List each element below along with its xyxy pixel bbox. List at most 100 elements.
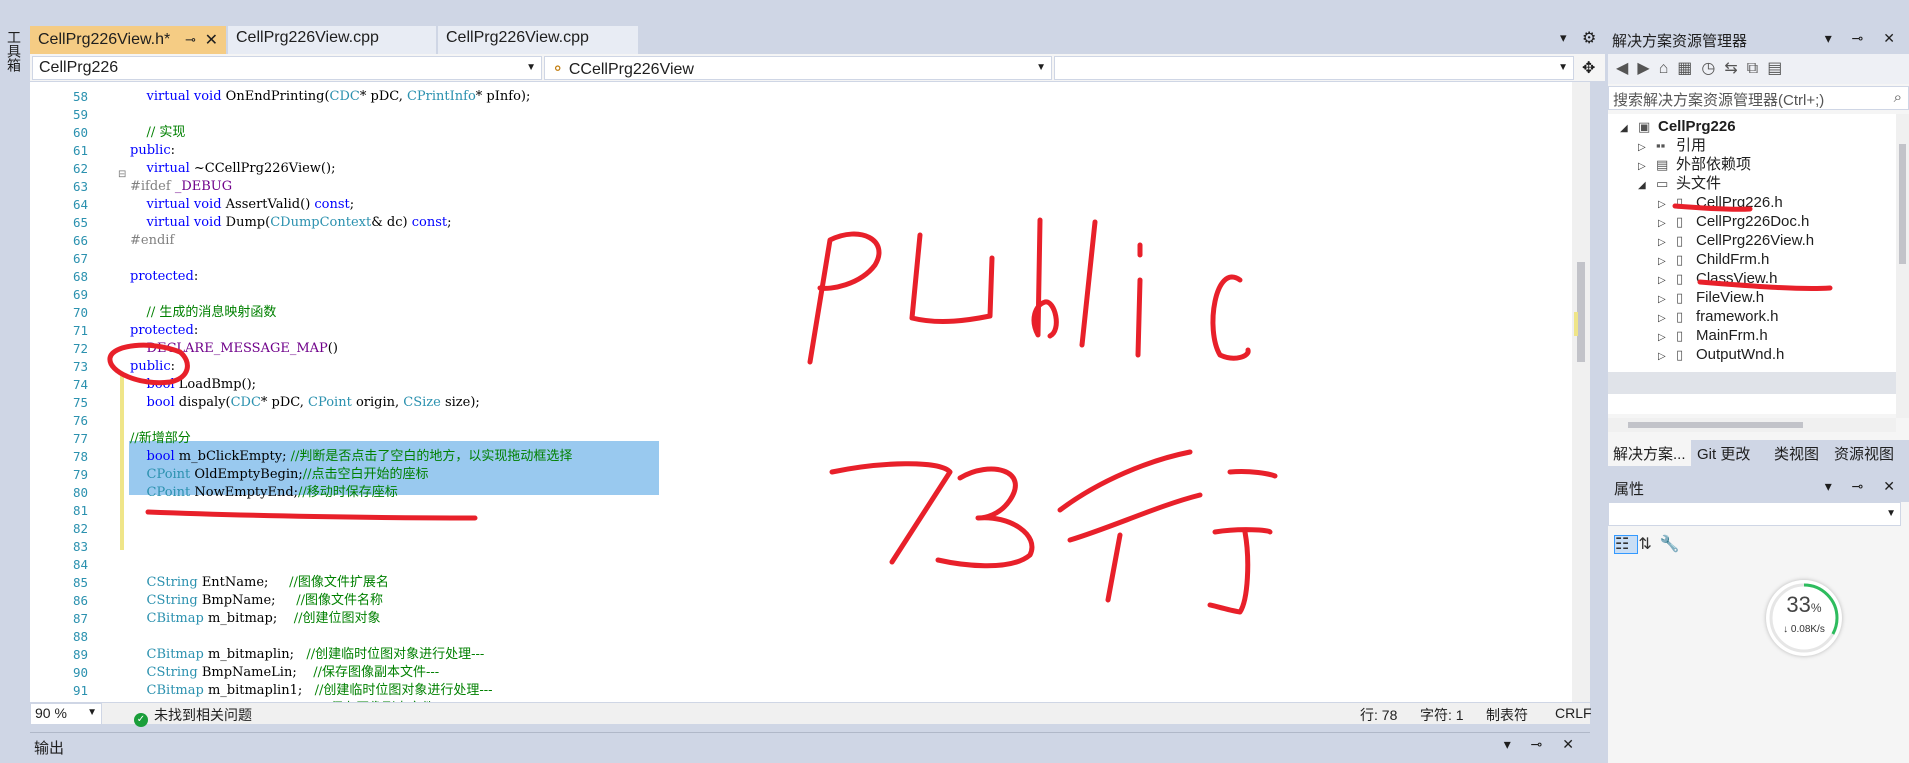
code-line[interactable]: virtual void Dump(CDumpContext& dc) cons… — [130, 214, 452, 232]
code-line[interactable]: CBitmap m_bitmaplin1; //创建临时位图对象进行处理--- — [130, 682, 493, 700]
expanded-arrow-icon[interactable]: ◢ — [1638, 175, 1656, 197]
tab-mode-indicator[interactable]: 制表符 — [1486, 705, 1528, 725]
code-line[interactable]: //新增部分 — [130, 430, 191, 448]
solution-tree-vertical-scrollbar[interactable] — [1896, 114, 1909, 418]
collapsed-arrow-icon[interactable]: ▷ — [1658, 346, 1676, 368]
collapse-all-icon[interactable]: ⧉ — [1747, 60, 1767, 77]
member-dropdown[interactable]: ▼ — [1054, 56, 1574, 80]
categorized-icon[interactable]: ☷ — [1614, 535, 1639, 554]
line-ending-indicator[interactable]: CRLF — [1555, 705, 1592, 721]
properties-window-controls[interactable]: ▾ ⊸ ✕ — [1825, 478, 1903, 495]
collapse-toggle-icon[interactable]: ⊟ — [118, 169, 126, 180]
tab-list-dropdown-icon[interactable]: ▾ — [1560, 30, 1567, 46]
code-line[interactable]: bool m_bClickEmpty; //判断是否点击了空白的地方，以实现拖动… — [130, 448, 573, 466]
code-line[interactable]: virtual void AssertValid() const; — [130, 196, 355, 214]
code-token: : — [170, 143, 176, 158]
zoom-dropdown[interactable]: 90 % ▼ — [30, 703, 102, 725]
line-indicator[interactable]: 行: 78 — [1360, 705, 1397, 725]
code-token: //新增部分 — [130, 431, 191, 446]
code-token: // 实现 — [130, 125, 186, 140]
forward-icon[interactable]: ▶ — [1637, 60, 1658, 77]
code-line[interactable]: public: — [130, 142, 175, 160]
solution-explorer-search-input[interactable]: 搜索解决方案资源管理器(Ctrl+;) ⌕ — [1608, 86, 1909, 110]
code-line[interactable]: protected: — [130, 268, 198, 286]
properties-pane: 属性 ▾ ⊸ ✕ ▼ ☷⇅🔧 33% ↓ 0.08K/s — [1608, 474, 1909, 763]
tree-item[interactable]: ▷ ▯ OutputWnd.h — [1658, 344, 1784, 366]
tab-resource-view[interactable]: 资源视图 — [1829, 440, 1899, 466]
expanded-arrow-icon[interactable]: ◢ — [1620, 118, 1638, 140]
tab-cellprg226view-cpp[interactable]: CellPrg226View.cpp — [228, 26, 436, 54]
history-icon[interactable]: ◷ — [1701, 60, 1724, 77]
code-line[interactable]: protected: — [130, 322, 198, 340]
class-dropdown[interactable]: ⚬ CCellPrg226View ▼ — [544, 56, 1052, 80]
code-token: & dc) — [371, 215, 412, 230]
output-window-controls[interactable]: ▾ ⊸ ✕ — [1504, 736, 1582, 753]
scrollbar-thumb[interactable] — [1899, 144, 1906, 264]
code-line[interactable]: // 实现 — [130, 124, 186, 142]
code-token: protected — [130, 323, 194, 338]
line-number: 65 — [72, 215, 88, 230]
tab-class-view[interactable]: 类视图 — [1769, 440, 1824, 466]
code-line[interactable]: CPoint NowEmptyEnd;//移动时保存座标 — [130, 484, 398, 502]
char-indicator[interactable]: 字符: 1 — [1420, 705, 1464, 725]
line-number: 89 — [72, 647, 88, 662]
code-line[interactable]: public: — [130, 358, 175, 376]
code-token: CPoint — [146, 485, 195, 500]
solution-explorer-window-controls[interactable]: ▾ ⊸ ✕ — [1825, 30, 1903, 47]
code-token: CSize — [403, 395, 445, 410]
code-line[interactable]: CString BmpNameLin; //保存图像副本文件--- — [130, 664, 440, 682]
solution-tree-horizontal-scrollbar[interactable] — [1608, 418, 1896, 432]
switch-views-icon[interactable]: ▦ — [1677, 60, 1701, 77]
code-token: BmpNameLin; — [201, 665, 314, 680]
code-line[interactable]: DECLARE_MESSAGE_MAP() — [130, 340, 338, 358]
sync-icon[interactable]: ⇆ — [1724, 60, 1746, 77]
gear-icon[interactable]: ⚙ — [1582, 28, 1596, 48]
code-line[interactable]: // 生成的消息映射函数 — [130, 304, 277, 322]
code-line[interactable]: CBitmap m_bitmaplin; //创建临时位图对象进行处理--- — [130, 646, 485, 664]
tab-solution[interactable]: 解决方案... — [1608, 440, 1691, 466]
code-token: _DEBUG — [174, 179, 233, 194]
gauge-percent-unit: % — [1810, 601, 1822, 615]
code-line[interactable]: bool dispaly(CDC* pDC, CPoint origin, CS… — [130, 394, 480, 412]
code-token: m_bitmaplin; — [207, 647, 307, 662]
tab-cellprg226view-h[interactable]: CellPrg226View.h* ⊸ ✕ — [30, 26, 226, 54]
code-token: LoadBmp(); — [178, 377, 257, 392]
line-number: 78 — [72, 449, 88, 464]
split-window-icon[interactable]: ✥ — [1582, 58, 1595, 78]
code-line[interactable]: virtual ~CCellPrg226View(); — [130, 160, 336, 178]
code-line[interactable]: virtual void OnEndPrinting(CDC* pDC, CPr… — [130, 88, 531, 106]
scrollbar-thumb[interactable] — [1628, 422, 1803, 428]
code-line[interactable]: CString BmpName; //图像文件名称 — [130, 592, 383, 610]
properties-object-dropdown[interactable]: ▼ — [1608, 502, 1901, 526]
issues-indicator[interactable]: ✓ 未找到相关问题 — [134, 705, 252, 727]
close-icon[interactable]: ✕ — [205, 30, 218, 50]
tab-git-changes[interactable]: Git 更改 — [1692, 440, 1755, 466]
pin-icon[interactable]: ⊸ — [185, 32, 196, 48]
editor-vertical-scrollbar[interactable] — [1572, 82, 1590, 702]
home-icon[interactable]: ⌂ — [1659, 60, 1678, 77]
code-line[interactable]: #endif — [130, 232, 174, 250]
code-token: CPoint — [146, 467, 195, 482]
code-line[interactable]: CString EntName; //图像文件扩展名 — [130, 574, 389, 592]
tab-label: CellPrg226View.h* — [38, 31, 171, 48]
property-pages-icon[interactable]: 🔧 — [1660, 536, 1688, 553]
code-line[interactable]: #ifdef _DEBUG — [130, 178, 232, 196]
search-icon[interactable]: ⌕ — [1894, 89, 1902, 106]
toolbox-label: 工具箱 — [6, 30, 22, 72]
alphabetical-icon[interactable]: ⇅ — [1638, 536, 1659, 553]
code-editor[interactable]: ⊟ 58 59 60 61 62 63 64 65 66 67 68 69 70 71 72 73 74 75 76… — [30, 82, 1590, 716]
code-line[interactable]: bool LoadBmp(); — [130, 376, 257, 394]
toolbox-side-tab[interactable]: 工具箱 — [0, 22, 30, 763]
tab-cellprg226view-cpp-2[interactable]: CellPrg226View.cpp — [438, 26, 638, 54]
code-token: * pDC, — [359, 89, 407, 104]
project-dropdown[interactable]: CellPrg226 ▼ — [32, 56, 542, 80]
show-all-files-icon[interactable]: ▤ — [1767, 60, 1791, 77]
code-line[interactable]: CBitmap m_bitmap; //创建位图对象 — [130, 610, 381, 628]
code-line[interactable]: CPoint OldEmptyBegin;//点击空白开始的座标 — [130, 466, 429, 484]
code-token: virtual void — [146, 215, 226, 230]
tree-item-label: CellPrg226Doc.h — [1696, 213, 1810, 230]
back-icon[interactable]: ◀ — [1616, 60, 1637, 77]
